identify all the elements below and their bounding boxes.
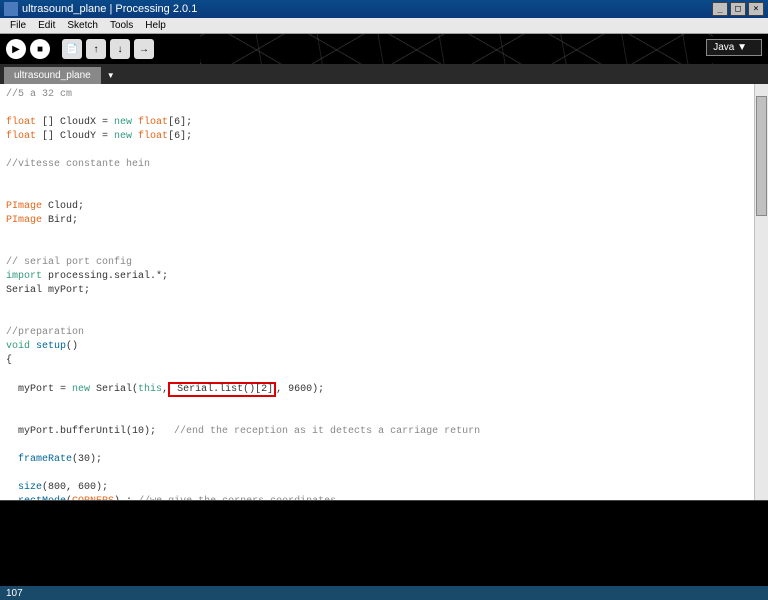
menu-tools[interactable]: Tools (104, 20, 139, 31)
toolbar: ▶ ■ 📄 ↑ ↓ → Java ▼ (0, 34, 768, 64)
scrollbar-thumb[interactable] (756, 96, 767, 216)
tab-dropdown[interactable]: ▼ (103, 66, 119, 84)
menubar: File Edit Sketch Tools Help (0, 18, 768, 34)
save-button[interactable]: ↓ (110, 39, 130, 59)
window-controls: _ □ × (712, 2, 764, 16)
menu-edit[interactable]: Edit (32, 20, 61, 31)
code-area[interactable]: //5 a 32 cm float [] CloudX = new float[… (0, 84, 754, 500)
titlebar-text: ultrasound_plane | Processing 2.0.1 (22, 3, 712, 15)
console[interactable] (0, 500, 768, 586)
close-button[interactable]: × (748, 2, 764, 16)
tabbar: ultrasound_plane ▼ (0, 64, 768, 84)
maximize-button[interactable]: □ (730, 2, 746, 16)
editor: //5 a 32 cm float [] CloudX = new float[… (0, 84, 768, 500)
tab-sketch[interactable]: ultrasound_plane (4, 67, 101, 84)
menu-sketch[interactable]: Sketch (61, 20, 104, 31)
export-button[interactable]: → (134, 39, 154, 59)
menu-file[interactable]: File (4, 20, 32, 31)
minimize-button[interactable]: _ (712, 2, 728, 16)
stop-button[interactable]: ■ (30, 39, 50, 59)
app-icon (4, 2, 18, 16)
new-button[interactable]: 📄 (62, 39, 82, 59)
statusbar: 107 (0, 586, 768, 600)
scrollbar[interactable] (754, 84, 768, 500)
run-button[interactable]: ▶ (6, 39, 26, 59)
open-button[interactable]: ↑ (86, 39, 106, 59)
mode-selector[interactable]: Java ▼ (706, 39, 762, 56)
highlighted-code: Serial.list()[2] (168, 382, 276, 397)
tab-label: ultrasound_plane (14, 70, 91, 81)
menu-help[interactable]: Help (139, 20, 172, 31)
line-number: 107 (6, 588, 23, 599)
toolbar-decoration (200, 34, 713, 64)
titlebar: ultrasound_plane | Processing 2.0.1 _ □ … (0, 0, 768, 18)
